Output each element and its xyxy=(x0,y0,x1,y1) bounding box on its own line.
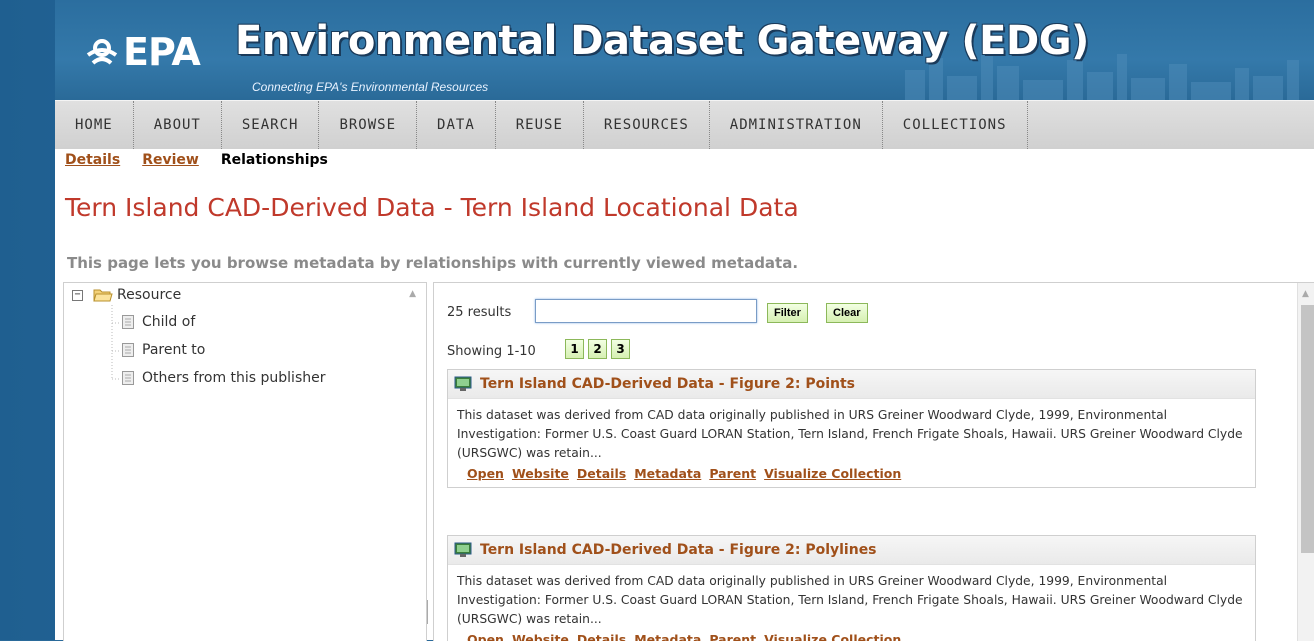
result-card: Tern Island CAD-Derived Data - Figure 2:… xyxy=(447,369,1256,488)
tree-item-label: Child of xyxy=(142,314,196,330)
nav-administration[interactable]: ADMINISTRATION xyxy=(710,101,883,149)
nav-about[interactable]: ABOUT xyxy=(134,101,222,149)
subtab-details[interactable]: Details xyxy=(65,152,120,168)
panel-splitter[interactable] xyxy=(427,282,431,640)
subtab-relationships[interactable]: Relationships xyxy=(221,152,328,168)
site-banner: EPA Environmental Dataset Gateway (EDG) … xyxy=(55,0,1314,100)
tree-root-resource[interactable]: − Resource xyxy=(72,287,181,303)
page-description: This page lets you browse metadata by re… xyxy=(67,254,799,272)
showing-range: Showing 1-10 xyxy=(447,344,536,359)
page-button-2[interactable]: 2 xyxy=(588,339,607,359)
splitter-grip[interactable] xyxy=(427,600,428,624)
document-icon xyxy=(122,371,134,385)
folder-open-icon xyxy=(93,289,113,302)
subtab-review[interactable]: Review xyxy=(142,152,199,168)
document-icon xyxy=(122,343,134,357)
tree-item-parent-to[interactable]: Parent to xyxy=(122,342,205,358)
clear-button[interactable]: Clear xyxy=(826,303,868,323)
tree-item-others-from-publisher[interactable]: Others from this publisher xyxy=(122,370,325,386)
nav-reuse[interactable]: REUSE xyxy=(496,101,584,149)
tree-root-label: Resource xyxy=(117,287,182,303)
document-icon xyxy=(122,315,134,329)
tree-item-child-of[interactable]: Child of xyxy=(122,314,195,330)
result-description: This dataset was derived from CAD data o… xyxy=(457,408,1243,460)
result-card: Tern Island CAD-Derived Data - Figure 2:… xyxy=(447,535,1256,641)
collapse-toggle-icon[interactable]: − xyxy=(72,289,83,301)
results-scrollbar[interactable]: ▲ xyxy=(1297,283,1314,641)
main-nav: HOME ABOUT SEARCH BROWSE DATA REUSE RESO… xyxy=(55,100,1314,150)
page-button-1[interactable]: 1 xyxy=(565,339,584,359)
link-parent[interactable]: Parent xyxy=(709,466,756,481)
subtab-bar: Details Review Relationships xyxy=(65,152,328,168)
link-details[interactable]: Details xyxy=(577,466,626,481)
site-title: Environmental Dataset Gateway (EDG) xyxy=(235,18,1089,64)
link-website[interactable]: Website xyxy=(512,466,569,481)
relationship-tree: − Resource Child of Parent to Others fro… xyxy=(63,282,427,641)
epa-flower-icon xyxy=(86,39,118,65)
nav-collections[interactable]: COLLECTIONS xyxy=(883,101,1028,149)
scrollbar-thumb[interactable] xyxy=(1301,305,1314,553)
site-tagline: Connecting EPA's Environmental Resources xyxy=(252,80,489,94)
nav-browse[interactable]: BROWSE xyxy=(319,101,418,149)
result-card-header: Tern Island CAD-Derived Data - Figure 2:… xyxy=(448,370,1255,399)
result-card-header: Tern Island CAD-Derived Data - Figure 2:… xyxy=(448,536,1255,565)
results-panel: 25 results Filter Clear Showing 1-10 1 2… xyxy=(433,282,1314,641)
tree-item-label: Parent to xyxy=(142,342,206,358)
result-links: Open Website Details Metadata Parent Vis… xyxy=(448,629,1255,641)
tree-item-label: Others from this publisher xyxy=(142,370,326,386)
epa-logo[interactable]: EPA xyxy=(85,30,201,74)
nav-data[interactable]: DATA xyxy=(417,101,496,149)
scroll-up-arrow-icon[interactable]: ▲ xyxy=(409,289,416,299)
scroll-up-arrow-icon[interactable]: ▲ xyxy=(1302,289,1309,299)
result-description: This dataset was derived from CAD data o… xyxy=(457,574,1243,626)
link-visualize-collection[interactable]: Visualize Collection xyxy=(764,466,901,481)
page-button-3[interactable]: 3 xyxy=(611,339,630,359)
nav-home[interactable]: HOME xyxy=(55,101,134,149)
result-title[interactable]: Tern Island CAD-Derived Data - Figure 2:… xyxy=(480,376,855,392)
monitor-icon xyxy=(454,542,472,557)
result-links: Open Website Details Metadata Parent Vis… xyxy=(448,463,1255,487)
link-open[interactable]: Open xyxy=(467,466,504,481)
filter-button[interactable]: Filter xyxy=(767,303,808,323)
results-count: 25 results xyxy=(447,305,512,320)
nav-resources[interactable]: RESOURCES xyxy=(584,101,710,149)
nav-search[interactable]: SEARCH xyxy=(222,101,320,149)
result-title[interactable]: Tern Island CAD-Derived Data - Figure 2:… xyxy=(480,542,877,558)
logo-text: EPA xyxy=(123,30,201,74)
page-title: Tern Island CAD-Derived Data - Tern Isla… xyxy=(65,193,799,222)
link-metadata[interactable]: Metadata xyxy=(634,466,701,481)
main-content: Details Review Relationships Tern Island… xyxy=(55,149,1314,641)
filter-input[interactable] xyxy=(535,299,757,323)
monitor-icon xyxy=(454,376,472,391)
